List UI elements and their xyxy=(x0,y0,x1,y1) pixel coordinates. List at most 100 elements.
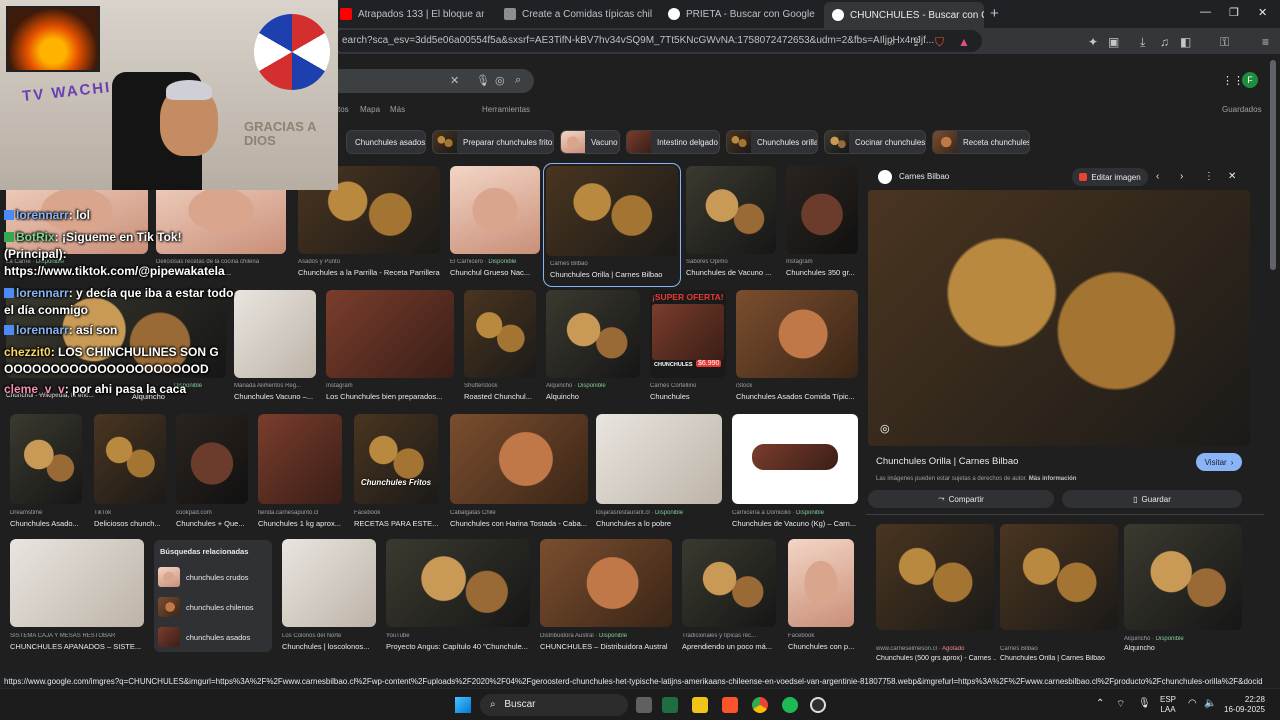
wifi-icon[interactable]: ◠ xyxy=(1188,698,1197,709)
tab-create-comidas[interactable]: Create a Comidas típicas chilenas - T xyxy=(496,3,652,25)
search-icon[interactable]: ⌕ xyxy=(515,74,521,87)
file-explorer-icon[interactable] xyxy=(692,697,708,713)
result-card[interactable]: Los Colonos del Norte Chunchules | losco… xyxy=(282,539,376,654)
obs-icon[interactable] xyxy=(810,697,826,713)
task-view-icon[interactable] xyxy=(636,697,652,713)
result-card-selected[interactable]: Carnes Bilbao Chunchules Orilla | Carnes… xyxy=(543,163,681,287)
address-bar[interactable]: earch?sca_esv=3dd5e06a00554f5a&sxsrf=AE3… xyxy=(332,30,982,52)
result-card[interactable]: SISTEMA CAJA Y MESAS RESTOBAR CHUNCHULES… xyxy=(10,539,144,654)
related-result-card[interactable] xyxy=(1124,524,1242,634)
tab-youtube[interactable]: Atrapados 133 | El bloque anti-encer xyxy=(332,3,484,25)
result-card[interactable]: Facebook Chunchules con p... xyxy=(788,539,854,654)
page-scrollbar[interactable] xyxy=(1270,60,1276,270)
lens-icon[interactable]: ◎ xyxy=(495,74,505,87)
chip-vacuno[interactable]: Vacuno xyxy=(560,130,620,154)
search-input[interactable]: ✕ 🎙 ◎ ⌕ xyxy=(320,69,534,93)
tab-chunchules-search[interactable]: CHUNCHULES - Buscar con Goo ✕ xyxy=(824,2,984,28)
chip-chunchules-asados[interactable]: Chunchules asados xyxy=(346,130,426,154)
related-search-item[interactable]: chunchules chilenos xyxy=(158,596,268,618)
speaker-icon[interactable]: 🔈 xyxy=(1204,698,1216,709)
result-card[interactable]: YouTube Proyecto Angus: Capítulo 40 "Chu… xyxy=(386,539,530,654)
chip-intestino-delgado[interactable]: Intestino delgado xyxy=(626,130,720,154)
result-card[interactable]: Sabores Opimo Chunchules de Vacuno ... xyxy=(686,166,776,278)
result-card[interactable]: losjarasrestaurant.cl · Disponible Chunc… xyxy=(596,414,722,530)
lens-search-icon[interactable]: ◎ xyxy=(880,422,890,435)
edit-image-button[interactable]: Editar imagen xyxy=(1072,168,1148,186)
prev-arrow-icon[interactable]: ‹ xyxy=(1156,171,1159,182)
chip-chunchules-orilla[interactable]: Chunchules orilla xyxy=(726,130,818,154)
nav-tools[interactable]: Herramientas xyxy=(482,105,530,114)
result-source: Facebook xyxy=(788,633,815,639)
download-icon[interactable]: ⤓ xyxy=(1140,35,1145,50)
preview-title[interactable]: Chunchules Orilla | Carnes Bilbao xyxy=(876,456,1018,467)
nav-tab-more[interactable]: Más xyxy=(390,105,405,114)
tab-prieta-search[interactable]: PRIETA - Buscar con Google xyxy=(660,3,818,25)
result-card[interactable]: Instagram Chunchules 350 gr... xyxy=(786,166,858,278)
vpn-icon[interactable]: ⚿ xyxy=(1220,35,1229,50)
chevron-right-icon: › xyxy=(1230,457,1234,467)
result-card[interactable]: Instagram Los Chunchules bien preparados… xyxy=(326,290,454,402)
result-card[interactable]: tienda.carnesapunto.cl Chunchules 1 kg a… xyxy=(258,414,342,530)
result-card[interactable]: Dreamstime Chunchules Asado... xyxy=(10,414,82,530)
nav-tab-partial[interactable]: tos xyxy=(338,105,349,114)
result-image xyxy=(258,414,342,504)
share-button[interactable]: ⤳ Compartir xyxy=(868,490,1054,508)
nav-saved[interactable]: Guardados xyxy=(1222,105,1262,114)
result-card[interactable]: Carnicería a Domicilio · Disponible Chun… xyxy=(732,414,858,530)
restore-icon[interactable]: ❐ xyxy=(1229,6,1239,19)
save-button[interactable]: ▯ Guardar xyxy=(1062,490,1242,508)
close-window-icon[interactable]: ✕ xyxy=(1258,6,1267,19)
excel-icon[interactable] xyxy=(662,697,678,713)
result-card[interactable]: El Carnicero · Disponible Chunchul Grues… xyxy=(450,166,540,278)
system-tray-chevron-icon[interactable]: ⌃ xyxy=(1096,698,1104,709)
keyboard-language[interactable]: ESP LAA xyxy=(1160,695,1176,715)
chip-receta-chunchules[interactable]: Receta chunchules xyxy=(932,130,1030,154)
more-info-link[interactable]: Más información xyxy=(1029,476,1077,482)
related-search-item[interactable]: chunchules crudos xyxy=(158,566,268,588)
result-card[interactable]: Alquincho · Disponible Alquincho xyxy=(546,290,640,402)
mic-icon[interactable]: 🎙 xyxy=(1138,698,1151,709)
result-card[interactable]: TikTok Deliciosos chunch... xyxy=(94,414,166,530)
network-icon[interactable]: ⌔ xyxy=(1116,698,1125,711)
menu-icon[interactable]: ≡ xyxy=(1262,35,1269,49)
webcam-overlay: TV WACHI ET GRACIAS A DIOS xyxy=(0,0,338,190)
wallet-icon[interactable]: ▣ xyxy=(1108,35,1119,49)
taskbar-search[interactable]: ⌕ Buscar xyxy=(480,694,628,716)
share-icon[interactable]: ⇪ xyxy=(911,35,921,49)
media-icon[interactable]: ♫ xyxy=(1160,35,1169,49)
chip-cocinar-chunchules[interactable]: Cocinar chunchules xyxy=(824,130,926,154)
result-card[interactable]: Distribuidora Austral · Disponible CHUNC… xyxy=(540,539,672,654)
search-icon[interactable]: ⌕ xyxy=(889,35,896,50)
chip-preparar-fritos[interactable]: Preparar chunchules fritos xyxy=(432,130,554,154)
clock[interactable]: 22:28 16-09-2025 xyxy=(1224,695,1265,715)
visit-button[interactable]: Visitar › xyxy=(1196,453,1242,471)
new-tab-icon[interactable]: + xyxy=(990,5,999,22)
mic-icon[interactable]: 🎙 xyxy=(476,74,490,87)
result-card[interactable]: Tradicionales y típicas rec... Aprendien… xyxy=(682,539,776,654)
result-card[interactable]: Chunchules Fritos Facebook RECETAS PARA … xyxy=(354,414,438,530)
clear-icon[interactable]: ✕ xyxy=(450,74,459,87)
chrome-icon[interactable] xyxy=(752,697,768,713)
avatar[interactable]: F xyxy=(1242,72,1258,88)
sidebar-icon[interactable]: ◧ xyxy=(1180,35,1191,49)
brave-shield-icon[interactable]: ⛉ xyxy=(935,35,944,50)
windows-start-icon[interactable] xyxy=(455,697,471,713)
result-card[interactable]: Cabalgatas Chile Chunchules con Harina T… xyxy=(450,414,588,530)
next-arrow-icon[interactable]: › xyxy=(1180,171,1183,182)
brave-browser-icon[interactable] xyxy=(722,697,738,713)
extensions-icon[interactable]: ✦ xyxy=(1088,35,1098,49)
apps-grid-icon[interactable]: ⋮⋮ xyxy=(1222,74,1244,87)
rewards-icon[interactable]: ▲ xyxy=(958,35,970,49)
related-search-item[interactable]: chunchules asados xyxy=(158,626,268,648)
spotify-icon[interactable] xyxy=(782,697,798,713)
result-card[interactable]: iStock Chunchules Asados Comida Típic... xyxy=(736,290,858,402)
result-card[interactable]: Shutterstock Roasted Chunchul... xyxy=(464,290,536,402)
result-card[interactable]: cookpad.com Chunchules + Que... xyxy=(176,414,248,530)
related-result-card[interactable] xyxy=(1000,524,1118,634)
minimize-icon[interactable]: — xyxy=(1200,6,1211,18)
close-panel-icon[interactable]: ✕ xyxy=(1228,171,1236,182)
more-options-icon[interactable]: ⋮ xyxy=(1204,171,1214,182)
nav-tab-maps[interactable]: Mapa xyxy=(360,105,380,114)
related-result-card[interactable] xyxy=(876,524,994,634)
result-card[interactable]: ¡SUPER OFERTA! CHUNCHULES $6.990 Carnes … xyxy=(650,290,726,402)
